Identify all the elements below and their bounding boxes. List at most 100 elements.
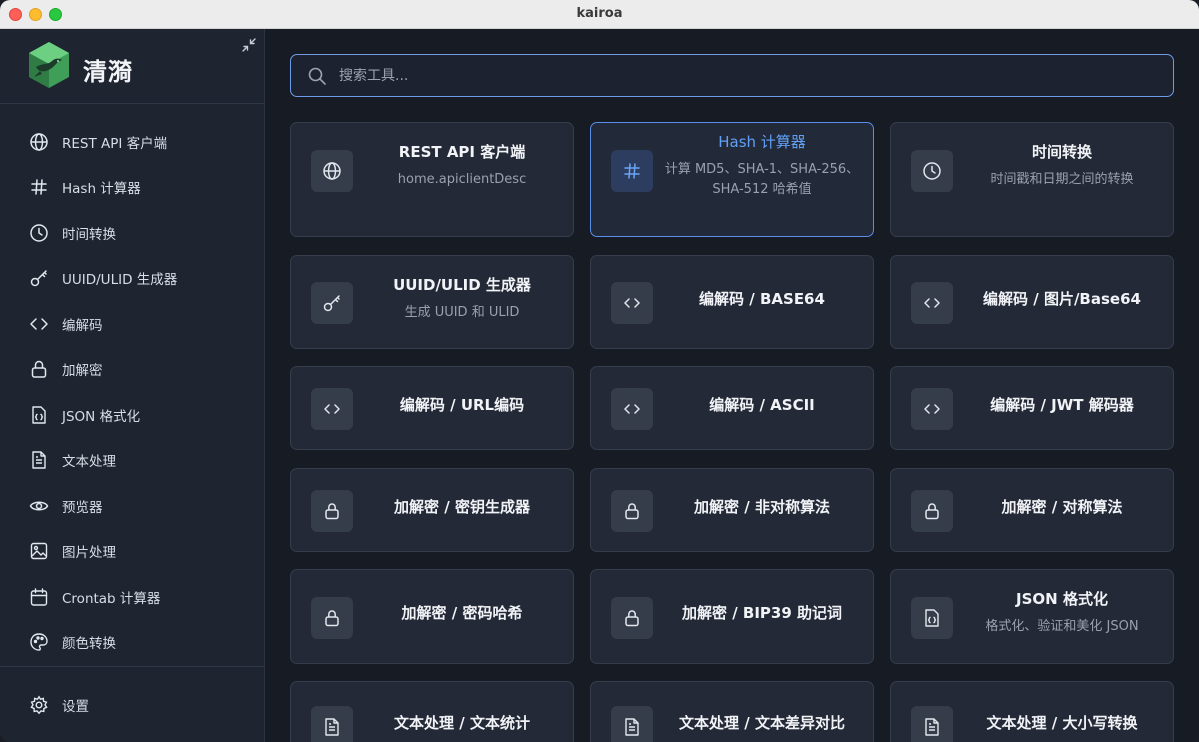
tool-card-title: 文本处理 / 文本差异对比 xyxy=(679,714,845,732)
app-logo-icon xyxy=(29,42,69,88)
key-icon xyxy=(311,282,353,324)
tool-card[interactable]: UUID/ULID 生成器 生成 UUID 和 ULID xyxy=(290,255,574,349)
tool-card[interactable]: 文本处理 / 文本差异对比 xyxy=(590,681,874,742)
window-title: kairoa xyxy=(576,6,623,21)
sidebar-item-label: REST API 客户端 xyxy=(62,135,168,152)
globe-icon xyxy=(29,132,49,152)
sidebar-item-crontab[interactable]: Crontab 计算器 xyxy=(0,574,265,620)
tool-card-title: 编解码 / JWT 解码器 xyxy=(990,396,1134,414)
document-icon xyxy=(29,450,49,470)
tool-card[interactable]: 加解密 / 密钥生成器 xyxy=(290,468,574,552)
tool-card-title: JSON 格式化 xyxy=(1016,590,1108,608)
settings-label: 设置 xyxy=(62,699,89,715)
sidebar-item-rest-api[interactable]: REST API 客户端 xyxy=(0,119,265,165)
tool-card-title: UUID/ULID 生成器 xyxy=(393,276,531,294)
code-icon xyxy=(611,388,653,430)
sidebar-item-label: 预览器 xyxy=(62,499,103,516)
sidebar-item-label: Crontab 计算器 xyxy=(62,590,161,607)
json-file-icon xyxy=(29,405,49,425)
tool-card[interactable]: 加解密 / 密码哈希 xyxy=(290,569,574,664)
sidebar-item-image[interactable]: 图片处理 xyxy=(0,529,265,575)
code-icon xyxy=(29,314,49,334)
palette-icon xyxy=(29,632,49,652)
main-content: REST API 客户端 home.apiclientDesc Hash 计算器计算… xyxy=(265,29,1199,742)
sidebar-item-crypto[interactable]: 加解密 xyxy=(0,347,265,393)
lock-icon xyxy=(611,490,653,532)
tool-card-title: 加解密 / 非对称算法 xyxy=(694,498,830,516)
lock-icon xyxy=(311,597,353,639)
tool-card[interactable]: 文本处理 / 文本统计 xyxy=(290,681,574,742)
tool-card-title: Hash 计算器 xyxy=(718,133,806,151)
sidebar-item-label: 颜色转换 xyxy=(62,636,116,653)
sidebar-item-label: 加解密 xyxy=(62,363,103,380)
code-icon xyxy=(911,388,953,430)
collapse-sidebar-icon[interactable] xyxy=(241,37,257,53)
tool-card-title: 加解密 / 密钥生成器 xyxy=(394,498,530,516)
tool-card[interactable]: 加解密 / 对称算法 xyxy=(890,468,1174,552)
tool-card-description: home.apiclientDesc xyxy=(397,172,527,187)
json-file-icon xyxy=(911,597,953,639)
document-icon xyxy=(611,706,653,742)
sidebar-item-label: UUID/ULID 生成器 xyxy=(62,272,178,289)
sidebar-item-color[interactable]: 颜色转换 xyxy=(0,620,265,666)
sidebar-item-time[interactable]: 时间转换 xyxy=(0,210,265,256)
search-icon xyxy=(308,67,326,85)
sidebar-item-label: 编解码 xyxy=(62,317,103,334)
tool-card[interactable]: 文本处理 / 大小写转换 xyxy=(890,681,1174,742)
tool-card[interactable]: JSON 格式化格式化、验证和美化 JSON xyxy=(890,569,1174,664)
document-icon xyxy=(311,706,353,742)
key-icon xyxy=(29,268,49,288)
sidebar-item-text[interactable]: 文本处理 xyxy=(0,438,265,484)
image-icon xyxy=(29,541,49,561)
sidebar-item-json[interactable]: JSON 格式化 xyxy=(0,392,265,438)
lock-icon xyxy=(611,597,653,639)
tool-card-description: 格式化、验证和美化 JSON xyxy=(985,619,1139,634)
brand-name: 清漪 xyxy=(83,58,133,86)
sidebar-divider xyxy=(0,103,265,104)
document-icon xyxy=(911,706,953,742)
tool-card-title: 编解码 / ASCII xyxy=(709,396,815,414)
tool-card[interactable]: 编解码 / ASCII xyxy=(590,366,874,450)
sidebar-nav: REST API 客户端 Hash 计算器 时间转换 UUID/ULID 生成器… xyxy=(0,119,265,665)
sidebar-item-uuid[interactable]: UUID/ULID 生成器 xyxy=(0,256,265,302)
tool-card-title: 文本处理 / 大小写转换 xyxy=(986,714,1138,732)
tool-card-title: 编解码 / BASE64 xyxy=(699,290,825,308)
globe-icon xyxy=(311,150,353,192)
lock-icon xyxy=(29,359,49,379)
sidebar-item-codec[interactable]: 编解码 xyxy=(0,301,265,347)
sidebar-item-preview[interactable]: 预览器 xyxy=(0,483,265,529)
clock-icon xyxy=(911,150,953,192)
tool-card[interactable]: 编解码 / JWT 解码器 xyxy=(890,366,1174,450)
sidebar-divider xyxy=(0,666,265,667)
tool-card[interactable]: 加解密 / 非对称算法 xyxy=(590,468,874,552)
tool-card-description: 生成 UUID 和 ULID xyxy=(404,305,520,320)
lock-icon xyxy=(911,490,953,532)
hash-icon xyxy=(611,150,653,192)
tool-card[interactable]: 时间转换 时间戳和日期之间的转换 xyxy=(890,122,1174,237)
tool-card[interactable]: 加解密 / BIP39 助记词 xyxy=(590,569,874,664)
tool-card[interactable]: Hash 计算器计算 MD5、SHA-1、SHA-256、SHA-512 哈希值 xyxy=(590,122,874,237)
sidebar-item-label: Hash 计算器 xyxy=(62,181,141,198)
sidebar-item-label: 时间转换 xyxy=(62,226,116,243)
sidebar-item-settings[interactable]: 设置 xyxy=(0,689,265,721)
gear-icon xyxy=(29,695,49,715)
sidebar-item-label: JSON 格式化 xyxy=(62,408,141,425)
search-input[interactable] xyxy=(339,67,1119,84)
tool-card-title: 时间转换 xyxy=(1031,143,1092,161)
tool-card-title: 编解码 / URL编码 xyxy=(399,396,525,414)
lock-icon xyxy=(311,490,353,532)
tool-card-title: 编解码 / 图片/Base64 xyxy=(983,290,1141,308)
code-icon xyxy=(911,282,953,324)
tool-card[interactable]: 编解码 / 图片/Base64 xyxy=(890,255,1174,349)
sidebar: 清漪 REST API 客户端 Hash 计算器 时间转换 UUID/ULID … xyxy=(0,29,265,742)
tool-card-description: 计算 MD5、SHA-1、SHA-256、SHA-512 哈希值 xyxy=(664,162,860,197)
tool-card-title: 文本处理 / 文本统计 xyxy=(394,714,530,732)
search-bar[interactable] xyxy=(290,54,1174,97)
tool-card[interactable]: 编解码 / URL编码 xyxy=(290,366,574,450)
tool-card[interactable]: REST API 客户端 home.apiclientDesc xyxy=(290,122,574,237)
tool-card[interactable]: 编解码 / BASE64 xyxy=(590,255,874,349)
sidebar-item-hash[interactable]: Hash 计算器 xyxy=(0,165,265,211)
tool-card-title: 加解密 / 对称算法 xyxy=(1001,498,1123,516)
tool-card-title: 加解密 / BIP39 助记词 xyxy=(681,604,843,622)
calendar-icon xyxy=(29,587,49,607)
